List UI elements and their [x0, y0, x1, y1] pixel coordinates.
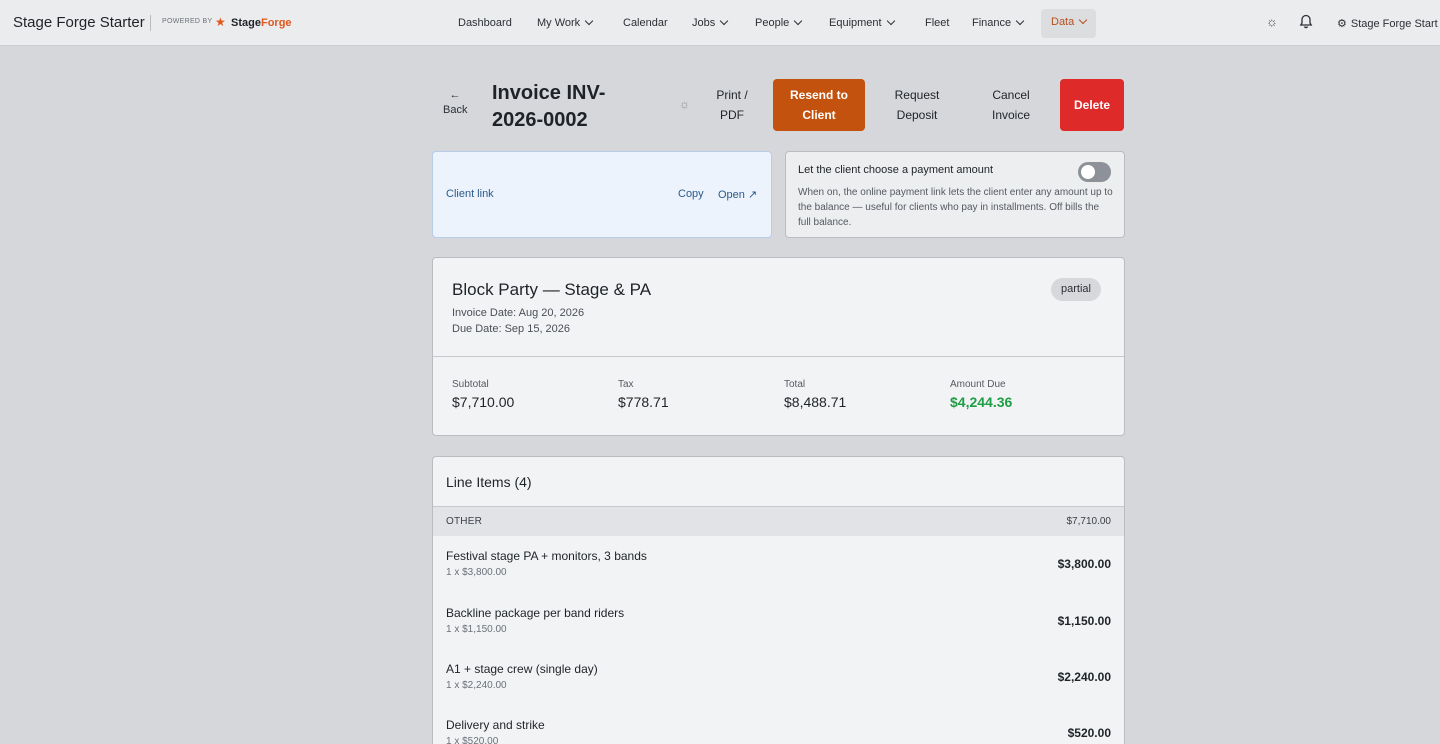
line-item-qty: 1 x $520.00 — [446, 736, 499, 744]
nav-people[interactable]: People — [755, 16, 803, 29]
summary-divider — [433, 356, 1124, 357]
line-item-name: A1 + stage crew (single day) — [446, 662, 598, 676]
line-item-amount: $1,150.00 — [1057, 614, 1111, 628]
resend-to-client-button[interactable]: Resend to Client — [773, 79, 865, 131]
arrow-left-icon: ← — [449, 89, 461, 101]
print-pdf-button[interactable]: Print / PDF — [707, 85, 757, 125]
bell-icon[interactable] — [1299, 14, 1313, 32]
line-item-group-header: OTHER $7,710.00 — [433, 506, 1124, 536]
line-item-row[interactable]: A1 + stage crew (single day) 1 x $2,240.… — [433, 662, 1124, 718]
line-items-title: Line Items (4) — [446, 474, 532, 490]
line-item-name: Festival stage PA + monitors, 3 bands — [446, 549, 647, 563]
user-menu[interactable]: ⚙ Stage Forge Start — [1337, 17, 1438, 30]
line-item-row[interactable]: Delivery and strike 1 x $520.00 $520.00 — [433, 718, 1124, 744]
brand-divider — [150, 15, 151, 31]
line-item-qty: 1 x $3,800.00 — [446, 567, 507, 578]
stat-label: Amount Due — [950, 379, 1006, 390]
stat-value: $8,488.71 — [784, 394, 847, 410]
chevron-down-icon — [1015, 16, 1025, 26]
stageforge-logo-icon: ★ — [215, 15, 226, 29]
line-item-amount: $520.00 — [1067, 726, 1111, 740]
group-name: OTHER — [446, 516, 482, 527]
nav-finance[interactable]: Finance — [972, 16, 1025, 29]
chevron-down-icon — [584, 16, 594, 26]
invoice-date: Invoice Date: Aug 20, 2026 — [452, 307, 585, 319]
sun-icon[interactable]: ☼ — [679, 97, 690, 111]
nav-my-work[interactable]: My Work — [537, 16, 594, 29]
stat-label: Subtotal — [452, 379, 489, 390]
invoice-summary-card: Block Party — Stage & PA Invoice Date: A… — [432, 257, 1125, 436]
open-link-button[interactable]: Open ↗ — [718, 188, 757, 201]
payment-amount-toggle[interactable] — [1078, 162, 1111, 182]
request-deposit-button[interactable]: Request Deposit — [884, 85, 950, 125]
stat-subtotal: Subtotal $7,710.00 — [452, 379, 514, 410]
line-item-row[interactable]: Backline package per band riders 1 x $1,… — [433, 606, 1124, 662]
payment-amount-card: Let the client choose a payment amount W… — [785, 151, 1125, 238]
back-button[interactable]: ← Back — [443, 88, 467, 118]
stat-value: $7,710.00 — [452, 394, 515, 410]
nav-jobs[interactable]: Jobs — [692, 16, 729, 29]
stat-value: $4,244.36 — [950, 394, 1013, 410]
copy-link-button[interactable]: Copy — [678, 188, 704, 200]
group-total: $7,710.00 — [1066, 516, 1112, 527]
line-item-qty: 1 x $2,240.00 — [446, 680, 507, 691]
client-link-card: Client link Copy Open ↗ — [432, 151, 772, 238]
due-date: Due Date: Sep 15, 2026 — [452, 323, 571, 335]
chevron-down-icon — [794, 16, 803, 26]
line-item-amount: $2,240.00 — [1057, 670, 1111, 684]
nav-data[interactable]: Data — [1041, 9, 1097, 38]
line-item-row[interactable]: Festival stage PA + monitors, 3 bands 1 … — [433, 549, 1124, 605]
app-title[interactable]: Stage Forge Starter — [13, 14, 145, 31]
stageforge-brand: StageForge — [231, 17, 292, 29]
stat-label: Total — [784, 379, 806, 390]
line-items-card: Line Items (4) OTHER $7,710.00 Festival … — [432, 456, 1125, 744]
theme-toggle-icon[interactable]: ☼ — [1266, 14, 1278, 29]
cancel-invoice-button[interactable]: Cancel Invoice — [982, 85, 1040, 125]
powered-by-label: POWERED BY — [162, 18, 213, 25]
gear-icon: ⚙ — [1337, 18, 1347, 30]
event-title: Block Party — Stage & PA — [452, 280, 652, 299]
line-item-qty: 1 x $1,150.00 — [446, 624, 507, 635]
status-badge: partial — [1051, 278, 1101, 301]
client-link-label: Client link — [446, 188, 494, 200]
chevron-down-icon — [1079, 15, 1088, 25]
stat-amount-due: Amount Due $4,244.36 — [950, 379, 1012, 410]
page-title: Invoice INV-2026-0002 — [492, 82, 606, 131]
line-item-name: Backline package per band riders — [446, 606, 625, 620]
delete-button[interactable]: Delete — [1060, 79, 1124, 131]
stat-total: Total $8,488.71 — [784, 379, 846, 410]
stat-value: $778.71 — [618, 394, 669, 410]
nav-dashboard[interactable]: Dashboard — [458, 17, 512, 29]
chevron-down-icon — [720, 16, 729, 26]
chevron-down-icon — [886, 16, 895, 26]
nav-fleet[interactable]: Fleet — [925, 17, 949, 29]
payment-amount-title: Let the client choose a payment amount — [798, 164, 994, 176]
payment-amount-description: When on, the online payment link lets th… — [798, 187, 1113, 228]
stat-label: Tax — [618, 379, 634, 390]
top-nav-bar: Stage Forge Starter POWERED BY ★ StageFo… — [0, 0, 1440, 46]
nav-equipment[interactable]: Equipment — [829, 16, 895, 29]
line-item-name: Delivery and strike — [446, 718, 545, 732]
nav-calendar[interactable]: Calendar — [623, 17, 668, 29]
toggle-knob — [1081, 165, 1095, 179]
stat-tax: Tax $778.71 — [618, 379, 669, 410]
line-item-amount: $3,800.00 — [1057, 557, 1111, 571]
